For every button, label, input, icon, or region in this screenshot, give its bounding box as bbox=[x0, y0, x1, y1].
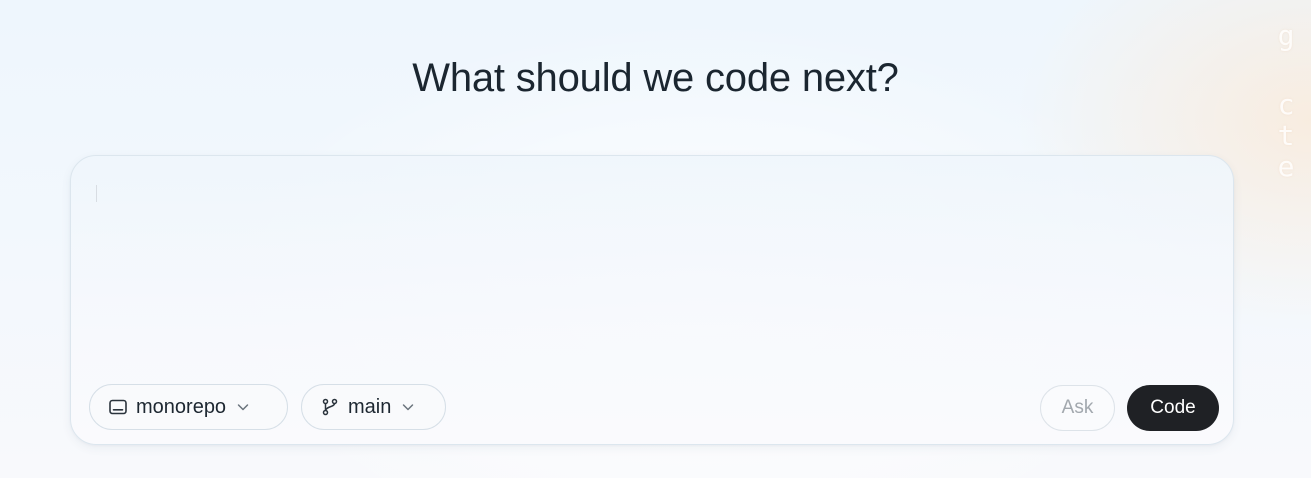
side-decoration-char: e bbox=[1277, 150, 1295, 183]
git-branch-icon bbox=[320, 397, 340, 417]
code-button[interactable]: Code bbox=[1127, 385, 1219, 431]
repo-selector[interactable]: monorepo bbox=[89, 384, 288, 430]
branch-selector-label: main bbox=[348, 395, 392, 418]
side-decoration-char: g bbox=[1277, 19, 1295, 52]
ask-button[interactable]: Ask bbox=[1040, 385, 1115, 431]
page-title: What should we code next? bbox=[412, 56, 899, 100]
side-decoration-char: t bbox=[1277, 119, 1295, 152]
prompt-composer: monorepo main Ask Code bbox=[70, 155, 1234, 445]
chevron-down-icon bbox=[401, 400, 415, 414]
side-decoration: g c t e bbox=[1275, 20, 1297, 182]
repo-selector-label: monorepo bbox=[136, 395, 227, 418]
terminal-window-icon bbox=[108, 397, 128, 417]
chevron-down-icon bbox=[236, 400, 250, 414]
text-caret bbox=[96, 185, 97, 202]
prompt-input[interactable] bbox=[95, 178, 1205, 358]
branch-selector[interactable]: main bbox=[301, 384, 446, 430]
